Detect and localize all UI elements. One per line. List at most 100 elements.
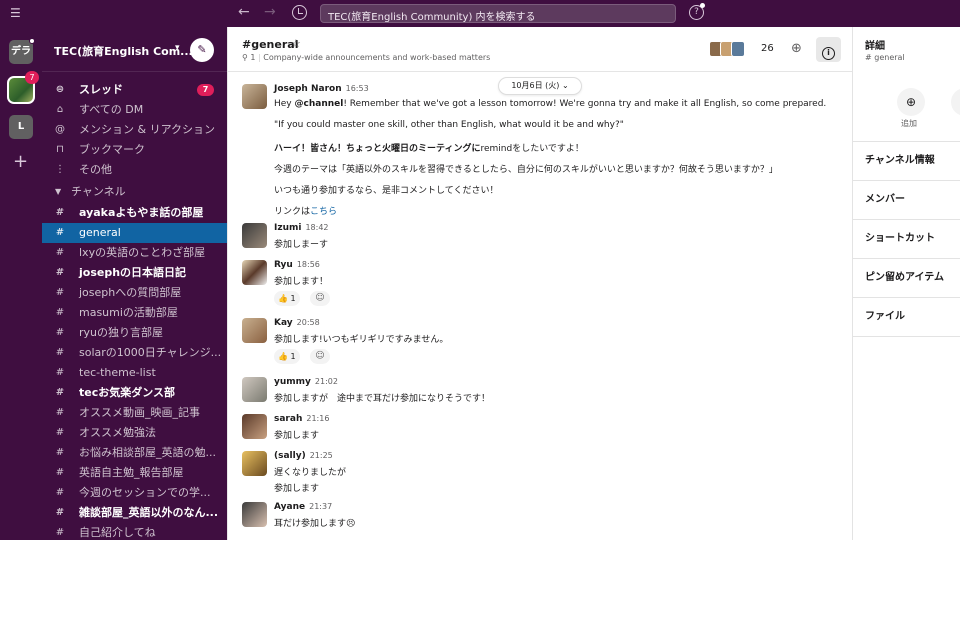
workspace-rail: デラ 7 L + (0, 27, 42, 540)
workspace-l[interactable]: L (9, 115, 33, 139)
add-reaction-icon[interactable]: ☺ (310, 291, 330, 306)
message-line: 参加しますが 途中まで耳だけ参加になりそうです！ (274, 394, 491, 404)
text-part: ! Remember that we've got a lesson tomor… (343, 99, 827, 109)
sidebar-item-mentions[interactable]: @ メンション & リアクション (42, 120, 227, 140)
hash-icon: # (55, 207, 65, 218)
channel-details-button[interactable]: i (816, 37, 841, 62)
sidebar-item-bookmarks[interactable]: ⊓ ブックマーク (42, 140, 227, 160)
message-header: Joseph Naron 16:53 (274, 84, 369, 94)
star-icon[interactable]: ☆ (291, 37, 301, 50)
channel-name[interactable]: #general (242, 38, 298, 51)
hamburger-menu-icon[interactable]: ☰ (10, 6, 21, 20)
sidebar-channel[interactable]: # masumiの活動部屋 (42, 303, 227, 323)
sidebar-item-dms[interactable]: ⌂ すべての DM (42, 100, 227, 120)
reaction-pill[interactable]: 👍 1 (274, 291, 300, 306)
message-line: 参加します！ (274, 277, 329, 287)
author-name[interactable]: yummy (274, 377, 311, 387)
bold-text: ハーイ！皆さん！ちょっと火曜日のミーティングに (274, 144, 481, 154)
author-name[interactable]: Ayane (274, 502, 305, 512)
date-divider[interactable]: 10月6日 (火) ⌄ (498, 77, 582, 95)
sidebar-channel[interactable]: # 英語自主勉_報告部屋 (42, 463, 227, 483)
avatar[interactable] (242, 260, 267, 285)
avatar[interactable] (242, 84, 267, 109)
workspace-name[interactable]: TEC(旅育English Com... (54, 43, 193, 59)
channels-section-header[interactable]: ▼ チャンネル (42, 181, 227, 203)
add-member-button[interactable]: ⊕ (897, 88, 925, 116)
avatar[interactable] (242, 451, 267, 476)
pin-count[interactable]: 1 (250, 53, 255, 62)
avatar[interactable] (242, 318, 267, 343)
member-count[interactable]: 26 (761, 43, 774, 54)
forward-arrow-icon[interactable]: → (264, 4, 276, 20)
timestamp[interactable]: 21:02 (315, 377, 338, 386)
history-clock-icon[interactable] (292, 5, 307, 20)
channels-section-label: チャンネル (71, 185, 126, 198)
sidebar-channel[interactable]: # tecお気楽ダンス部 (42, 383, 227, 403)
author-name[interactable]: Joseph Naron (274, 84, 342, 94)
details-section-shortcuts[interactable]: ショートカット (853, 219, 960, 258)
workspace-dera[interactable]: デラ (9, 40, 33, 64)
avatar[interactable] (242, 414, 267, 439)
author-name[interactable]: Kay (274, 318, 293, 328)
hash-icon: # (55, 387, 65, 398)
link[interactable]: こちら (310, 207, 337, 217)
sidebar-channel[interactable]: # ayakaよもやま話の部屋 (42, 203, 227, 223)
avatar[interactable] (242, 223, 267, 248)
channel-label: solarの1000日チャレンジ... (79, 346, 222, 359)
channel-label: 今週のセッションでの学... (79, 486, 211, 499)
author-name[interactable]: Ryu (274, 260, 293, 270)
timestamp[interactable]: 21:37 (309, 502, 332, 511)
hash-icon: # (55, 367, 65, 378)
author-name[interactable]: (sally) (274, 451, 306, 461)
sidebar-item-more[interactable]: ⋮ その他 (42, 160, 227, 180)
reaction-pill[interactable]: 👍 1 (274, 349, 300, 364)
add-member-icon[interactable]: ⊕ (791, 41, 802, 56)
sidebar-channel[interactable]: # tec-theme-list (42, 363, 227, 383)
sidebar-item-threads[interactable]: ⊜ スレッド 7 (42, 80, 227, 100)
add-reaction-icon[interactable]: ☺ (310, 349, 330, 364)
add-workspace-icon[interactable]: + (13, 151, 28, 172)
channel-label: general (79, 226, 121, 239)
author-name[interactable]: Izumi (274, 223, 301, 233)
timestamp[interactable]: 21:25 (310, 451, 333, 460)
channel-mention[interactable]: @channel (295, 99, 344, 109)
channel-label: lxyの英語のことわざ部屋 (79, 246, 206, 259)
sidebar-channel[interactable]: # ryuの独り言部屋 (42, 323, 227, 343)
details-section-channel-info[interactable]: チャンネル情報 (853, 141, 960, 180)
sidebar-channel[interactable]: # オススメ勉強法 (42, 423, 227, 443)
sidebar-channel[interactable]: # お悩み相談部屋_英語の勉... (42, 443, 227, 463)
avatar[interactable] (242, 502, 267, 527)
channel-meta: ⚲ 1 | Company-wide announcements and wor… (242, 53, 491, 62)
details-section-files[interactable]: ファイル (853, 297, 960, 336)
details-section-members[interactable]: メンバー (853, 180, 960, 219)
sidebar-channel[interactable]: # lxyの英語のことわざ部屋 (42, 243, 227, 263)
compose-icon[interactable]: ✎ (190, 38, 214, 62)
channel-topic[interactable]: Company-wide announcements and work-base… (263, 53, 490, 62)
sidebar-channel[interactable]: # 雑談部屋_英語以外のなん... (42, 503, 227, 523)
sidebar-channel[interactable]: # 今週のセッションでの学... (42, 483, 227, 503)
avatar[interactable] (242, 377, 267, 402)
thumbs-up-icon: 👍 (278, 352, 288, 361)
mention-icon: @ (55, 124, 65, 135)
sidebar-channel[interactable]: # josephへの質問部屋 (42, 283, 227, 303)
pin-icon[interactable]: ⚲ (242, 53, 248, 62)
back-arrow-icon[interactable]: ← (238, 4, 250, 20)
sidebar-channel[interactable]: # オススメ動画_映画_記事 (42, 403, 227, 423)
timestamp[interactable]: 20:58 (297, 318, 320, 327)
member-avatars[interactable] (709, 41, 745, 57)
timestamp[interactable]: 18:56 (297, 260, 320, 269)
timestamp[interactable]: 16:53 (346, 84, 369, 93)
author-name[interactable]: sarah (274, 414, 302, 424)
sidebar-channel[interactable]: # solarの1000日チャレンジ... (42, 343, 227, 363)
hash-icon: # (55, 287, 65, 298)
more-actions-button[interactable] (951, 88, 960, 116)
timestamp[interactable]: 21:16 (306, 414, 329, 423)
sidebar-channel[interactable]: # josephの日本語日記 (42, 263, 227, 283)
chevron-down-icon[interactable]: ▾ (175, 43, 180, 53)
sidebar-channel[interactable]: # general (42, 223, 227, 243)
message-line: ハーイ！皆さん！ちょっと火曜日のミーティングにremindをしたいですよ！ (274, 141, 584, 154)
sidebar-channel[interactable]: # 自己紹介してね (42, 523, 227, 540)
details-section-pinned[interactable]: ピン留めアイテム (853, 258, 960, 297)
search-bar[interactable]: TEC(旅育English Community) 内を検索する (320, 4, 676, 23)
timestamp[interactable]: 18:42 (305, 223, 328, 232)
